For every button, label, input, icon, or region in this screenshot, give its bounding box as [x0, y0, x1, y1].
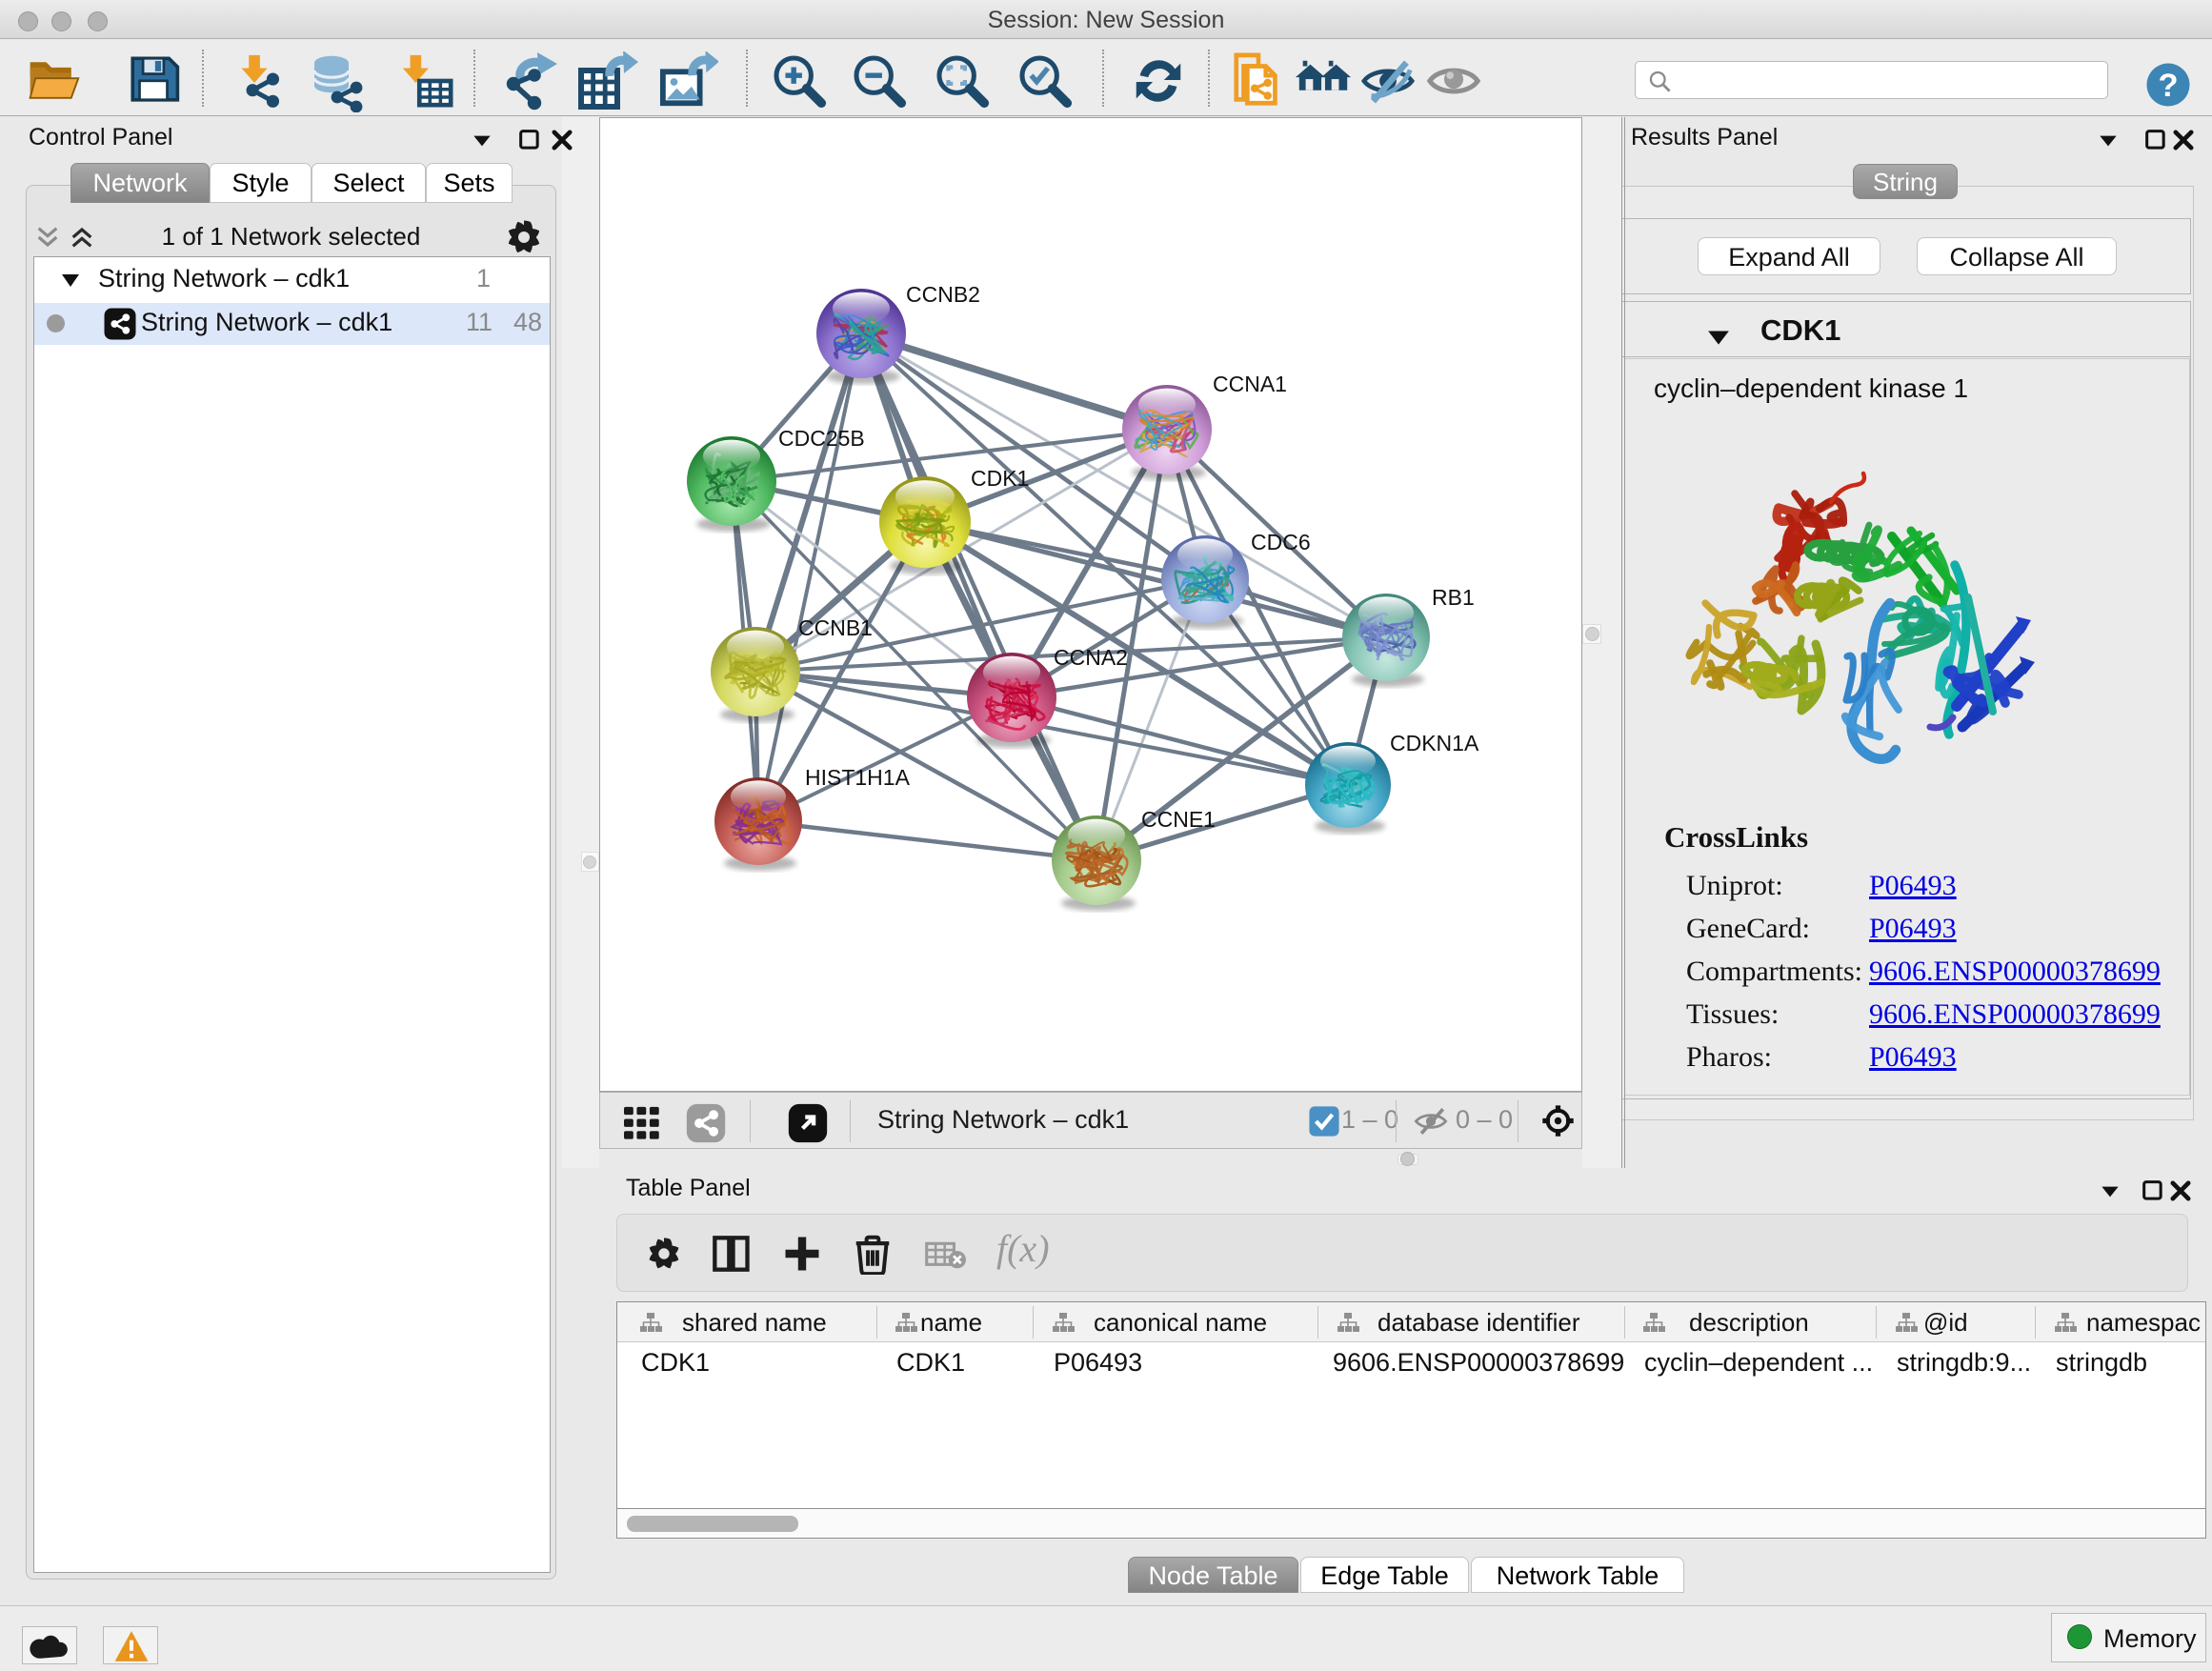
- svg-text:CCNA1: CCNA1: [1213, 372, 1287, 396]
- svg-text:CDK1: CDK1: [971, 466, 1029, 491]
- svg-text:CDKN1A: CDKN1A: [1390, 731, 1479, 755]
- svg-text:CCNB2: CCNB2: [906, 282, 980, 307]
- svg-text:?: ?: [2158, 68, 2178, 104]
- svg-text:RB1: RB1: [1432, 585, 1475, 610]
- svg-text:CCNE1: CCNE1: [1141, 807, 1216, 832]
- svg-text:CCNB1: CCNB1: [798, 615, 873, 640]
- svg-text:HIST1H1A: HIST1H1A: [805, 765, 911, 790]
- svg-text:CCNA2: CCNA2: [1054, 645, 1128, 670]
- svg-text:CDC25B: CDC25B: [778, 426, 865, 451]
- svg-text:CDC6: CDC6: [1251, 530, 1311, 554]
